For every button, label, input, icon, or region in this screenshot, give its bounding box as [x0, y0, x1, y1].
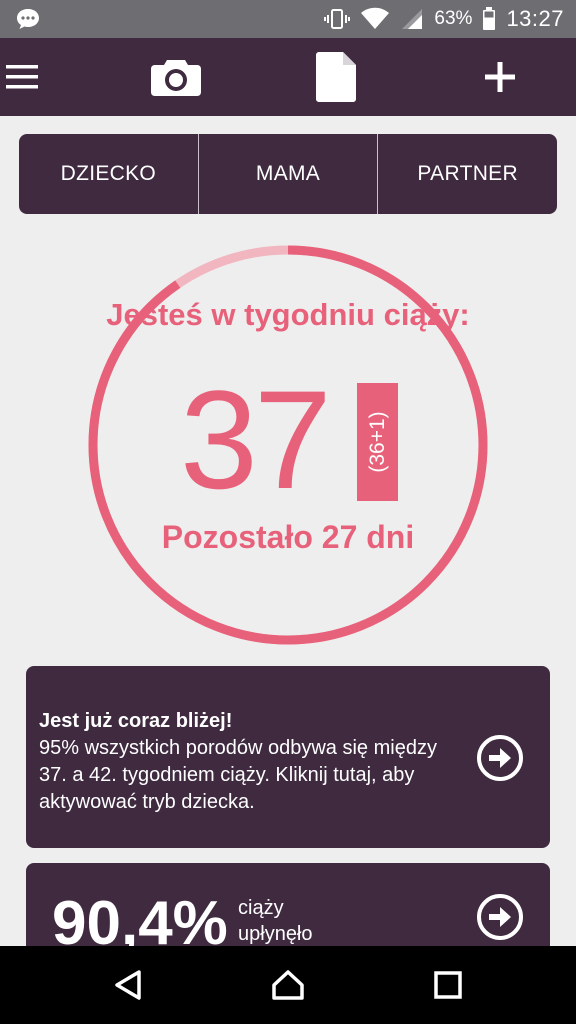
battery-percent: 63% — [434, 8, 473, 29]
back-icon — [115, 970, 141, 1000]
week-title: Jesteś w tygodniu ciąży: — [106, 297, 470, 332]
pregnancy-progress-ring[interactable]: Jesteś w tygodniu ciąży: 37 (36+1) Pozos… — [88, 245, 488, 645]
week-number: 37 — [180, 361, 332, 518]
info-card[interactable]: Jest już coraz bliżej! 95% wszystkich po… — [26, 666, 550, 848]
document-icon — [316, 52, 356, 102]
arrow-right-icon[interactable] — [476, 893, 524, 941]
clock: 13:27 — [506, 6, 564, 31]
camera-icon — [151, 60, 201, 96]
progress-label: ciąży upłynęło — [238, 897, 313, 945]
app-toolbar — [0, 38, 576, 116]
info-card-text: Jest już coraz bliżej! 95% wszystkich po… — [39, 708, 459, 816]
recent-apps-button[interactable] — [408, 946, 488, 1024]
home-icon — [272, 970, 304, 1000]
arrow-right-icon[interactable] — [476, 734, 524, 782]
status-bar: 63% 13:27 — [0, 0, 576, 38]
menu-button[interactable] — [0, 38, 44, 116]
recent-apps-icon — [434, 971, 462, 999]
system-nav-bar — [0, 946, 576, 1024]
signal-icon — [402, 9, 423, 29]
tab-partner[interactable]: PARTNER — [377, 134, 557, 214]
days-remaining: Pozostało 27 dni — [161, 519, 415, 555]
info-card-heading: Jest już coraz bliżej! — [39, 710, 233, 732]
week-detail: (36+1) — [365, 411, 389, 473]
back-button[interactable] — [88, 946, 168, 1024]
home-button[interactable] — [248, 946, 328, 1024]
message-icon — [17, 9, 39, 29]
segment-tabs: DZIECKO MAMA PARTNER — [19, 134, 557, 214]
week-detail-badge: (36+1) — [357, 383, 398, 501]
info-card-body: 95% wszystkich porodów odbywa się między… — [39, 737, 437, 813]
tab-dziecko[interactable]: DZIECKO — [19, 134, 198, 214]
plus-icon — [485, 62, 515, 92]
tab-mama[interactable]: MAMA — [197, 134, 378, 214]
add-button[interactable] — [470, 38, 530, 116]
camera-button[interactable] — [146, 38, 206, 116]
battery-icon — [483, 7, 496, 30]
document-button[interactable] — [306, 38, 366, 116]
menu-icon — [6, 65, 38, 89]
vibrate-icon — [324, 9, 351, 29]
wifi-icon — [361, 7, 390, 29]
